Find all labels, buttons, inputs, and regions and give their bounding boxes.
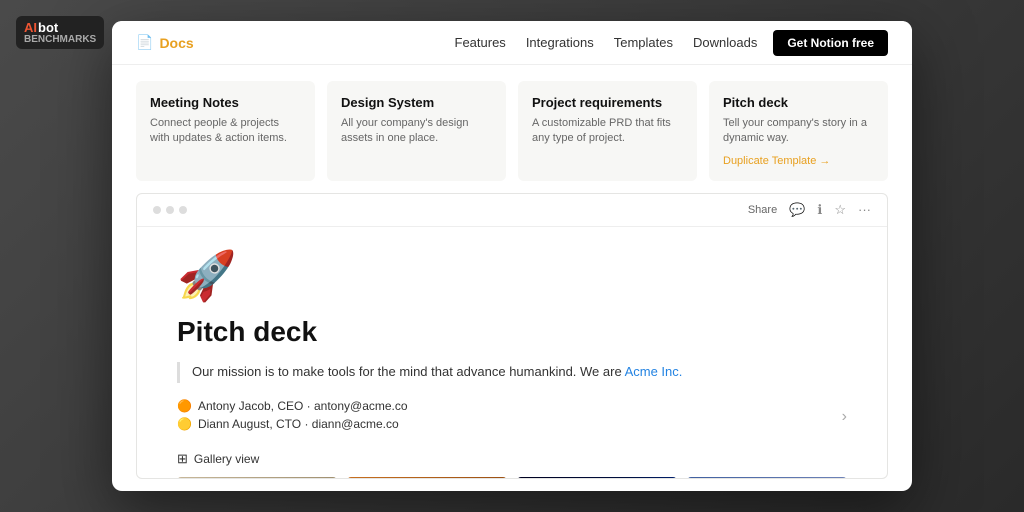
nav-templates[interactable]: Templates [614, 35, 673, 50]
contact-1: 🟠 Antony Jacob, CEO · antony@acme.co [177, 399, 830, 413]
star-button[interactable]: ☆ [834, 202, 846, 218]
nav-logo-label: Docs [159, 35, 193, 51]
top-nav: 📄 Docs Features Integrations Templates D… [112, 21, 912, 65]
info-icon: ℹ [817, 202, 822, 218]
template-card-pitch-deck[interactable]: Pitch deck Tell your company's story in … [709, 81, 888, 181]
doc-mission: Our mission is to make tools for the min… [177, 362, 847, 383]
info-button[interactable]: ℹ [817, 202, 822, 218]
template-card-meeting-notes[interactable]: Meeting Notes Connect people & projects … [136, 81, 315, 181]
logo-bot: bot [38, 20, 58, 35]
logo-ai: AI [24, 20, 37, 35]
nav-integrations[interactable]: Integrations [526, 35, 594, 50]
more-button[interactable]: ··· [858, 202, 871, 217]
nav-features[interactable]: Features [455, 35, 506, 50]
dot-1 [153, 206, 161, 214]
nav-downloads[interactable]: Downloads [693, 35, 757, 50]
template-title-pitch: Pitch deck [723, 95, 874, 110]
nav-links: Features Integrations Templates Download… [455, 35, 758, 50]
gallery-label[interactable]: ⊞ Gallery view [177, 451, 847, 467]
star-icon: ☆ [834, 202, 846, 218]
template-title-meeting: Meeting Notes [150, 95, 301, 110]
gallery-item-why[interactable]: Why now? [517, 477, 677, 478]
more-icon: ··· [858, 202, 871, 217]
dot-3 [179, 206, 187, 214]
doc-emoji: 🚀 [177, 247, 847, 304]
gallery-label-text: Gallery view [194, 452, 259, 466]
contact-2: 🟡 Diann August, CTO · diann@acme.co [177, 417, 830, 431]
logo-badge: AI bot BENCHMARKS [16, 16, 104, 49]
template-card-project-req[interactable]: Project requirements A customizable PRD … [518, 81, 697, 181]
contacts-expand-button[interactable]: › [842, 408, 847, 426]
contact-2-icon: 🟡 [177, 417, 192, 431]
toolbar-actions: Share 💬 ℹ ☆ ··· [748, 202, 871, 218]
gallery-item-tam[interactable]: The TAM [347, 477, 507, 478]
toolbar-dots [153, 206, 187, 214]
gallery-thumb-problem [177, 477, 337, 478]
doc-body: 🚀 Pitch deck Our mission is to make tool… [137, 227, 887, 478]
share-button[interactable]: Share [748, 204, 777, 216]
logo-bench: BENCHMARKS [24, 35, 96, 45]
mission-link[interactable]: Acme Inc. [625, 364, 683, 379]
template-title-project: Project requirements [532, 95, 683, 110]
main-content: Share 💬 ℹ ☆ ··· [136, 193, 888, 479]
duplicate-template-link[interactable]: Duplicate Template → [723, 155, 874, 167]
doc-toolbar: Share 💬 ℹ ☆ ··· [137, 194, 887, 227]
share-label: Share [748, 204, 777, 216]
get-notion-button[interactable]: Get Notion free [773, 30, 888, 56]
gallery-item-problem[interactable]: The problem [177, 477, 337, 478]
nav-logo[interactable]: 📄 Docs [136, 34, 194, 51]
template-desc-design: All your company's design assets in one … [341, 116, 492, 147]
comment-icon: 💬 [789, 202, 805, 218]
gallery-grid: The problem The TAM Why now? Our solutio… [177, 477, 847, 478]
template-desc-project: A customizable PRD that fits any type of… [532, 116, 683, 147]
template-desc-pitch: Tell your company's story in a dynamic w… [723, 116, 874, 147]
dot-2 [166, 206, 174, 214]
contact-1-icon: 🟠 [177, 399, 192, 413]
outer-container: AI bot BENCHMARKS 📄 Docs Features Integr… [0, 0, 1024, 512]
browser-window: 📄 Docs Features Integrations Templates D… [112, 21, 912, 491]
gallery-thumb-why [517, 477, 677, 478]
docs-icon: 📄 [136, 34, 153, 51]
doc-title: Pitch deck [177, 316, 847, 348]
doc-contacts: 🟠 Antony Jacob, CEO · antony@acme.co 🟡 D… [177, 399, 847, 435]
contact-1-name: Antony Jacob, CEO · antony@acme.co [198, 399, 408, 413]
template-title-design: Design System [341, 95, 492, 110]
gallery-item-solution[interactable]: Our solution [687, 477, 847, 478]
template-card-design-system[interactable]: Design System All your company's design … [327, 81, 506, 181]
gallery-thumb-solution [687, 477, 847, 478]
mission-text: Our mission is to make tools for the min… [192, 364, 625, 379]
template-desc-meeting: Connect people & projects with updates &… [150, 116, 301, 147]
comment-button[interactable]: 💬 [789, 202, 805, 218]
contacts-list: 🟠 Antony Jacob, CEO · antony@acme.co 🟡 D… [177, 399, 830, 435]
gallery-icon: ⊞ [177, 451, 188, 467]
contact-2-name: Diann August, CTO · diann@acme.co [198, 417, 399, 431]
templates-row: Meeting Notes Connect people & projects … [112, 65, 912, 193]
gallery-thumb-tam [347, 477, 507, 478]
